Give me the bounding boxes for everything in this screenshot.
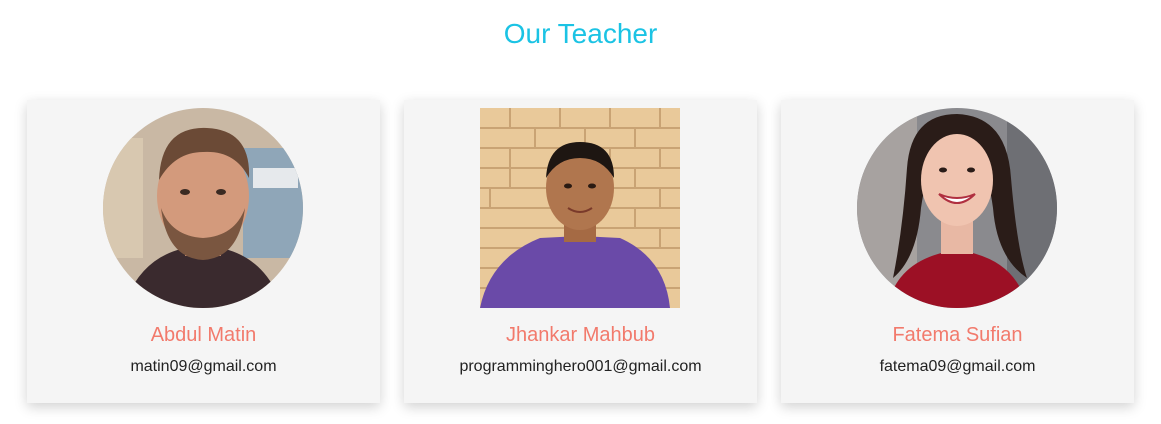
- teacher-photo: [857, 108, 1057, 308]
- teacher-email: matin09@gmail.com: [130, 358, 277, 375]
- teacher-name: Abdul Matin: [150, 324, 257, 346]
- teacher-card: Jhankar Mahbub programminghero001@gmail.…: [404, 100, 757, 403]
- teacher-photo: [480, 108, 680, 308]
- teacher-name: Fatema Sufian: [892, 324, 1023, 346]
- teacher-photo: [103, 108, 303, 308]
- teacher-card: Fatema Sufian fatema09@gmail.com: [781, 100, 1134, 403]
- teacher-email: programminghero001@gmail.com: [459, 358, 702, 375]
- teacher-email: fatema09@gmail.com: [879, 358, 1036, 375]
- section-title: Our Teacher: [503, 18, 658, 49]
- teacher-card: Abdul Matin matin09@gmail.com: [27, 100, 380, 403]
- teacher-name: Jhankar Mahbub: [506, 324, 655, 346]
